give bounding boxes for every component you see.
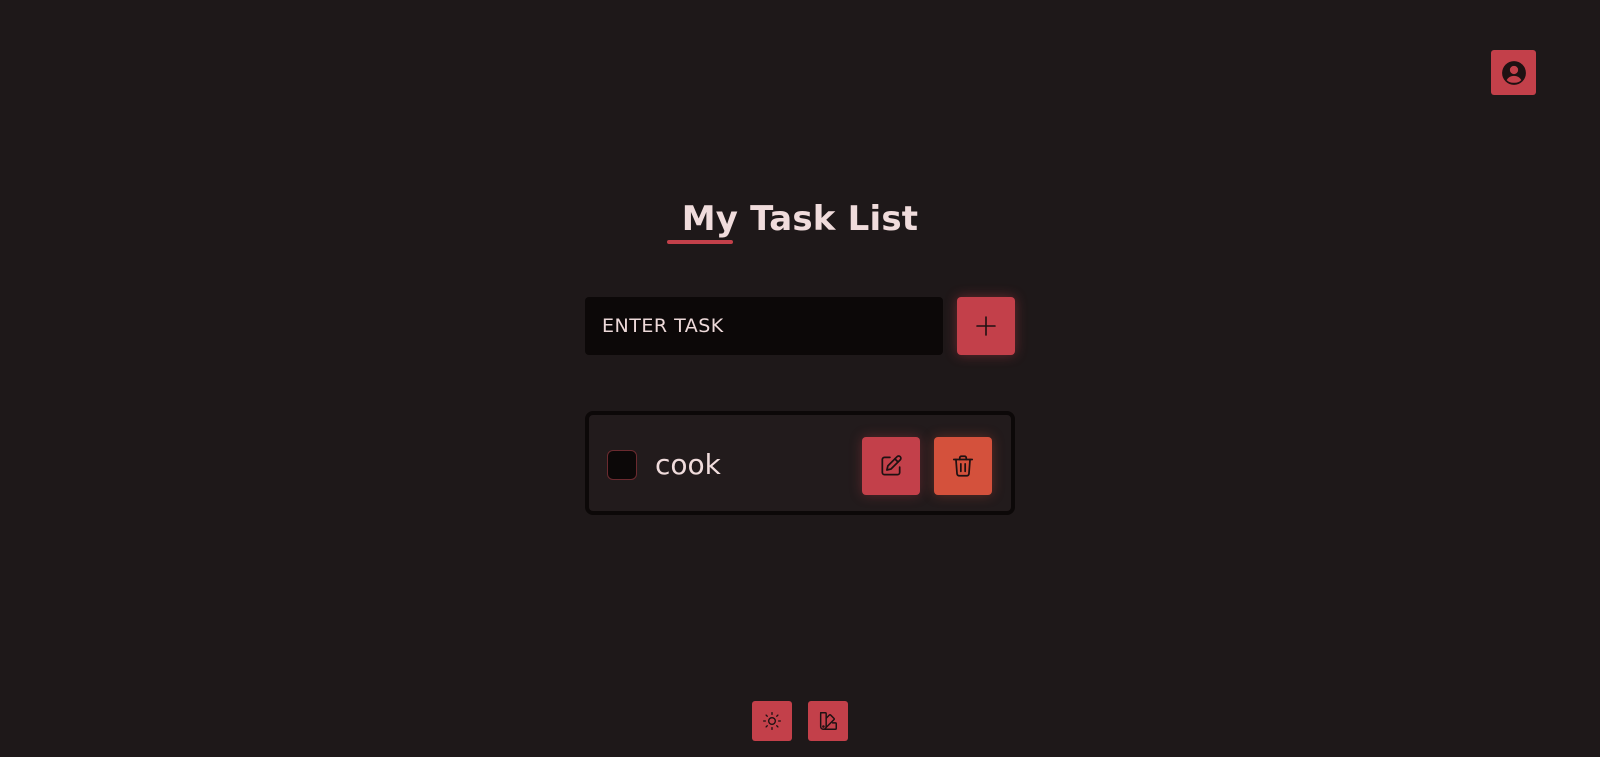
title-underline: [666, 240, 733, 244]
task-checkbox[interactable]: [607, 450, 637, 480]
page-title-text: My Task List: [681, 199, 919, 239]
task-item: cook: [585, 411, 1015, 515]
plus-icon: [975, 315, 997, 337]
pencil-square-icon: [878, 453, 904, 479]
color-palette-button[interactable]: [808, 701, 848, 741]
swatch-book-icon: [817, 710, 839, 732]
edit-task-button[interactable]: [862, 437, 920, 495]
theme-toggle-button[interactable]: [752, 701, 792, 741]
page-title: My Task List: [666, 196, 919, 244]
add-task-button[interactable]: [957, 297, 1015, 355]
task-input[interactable]: [585, 297, 943, 355]
header: My Task List: [0, 196, 1600, 244]
sun-icon: [762, 711, 782, 731]
delete-task-button[interactable]: [934, 437, 992, 495]
task-text: cook: [655, 448, 721, 481]
task-app-page: My Task List cook: [0, 0, 1600, 757]
user-circle-icon: [1501, 60, 1527, 86]
trash-icon: [950, 453, 976, 479]
profile-button[interactable]: [1491, 50, 1536, 95]
